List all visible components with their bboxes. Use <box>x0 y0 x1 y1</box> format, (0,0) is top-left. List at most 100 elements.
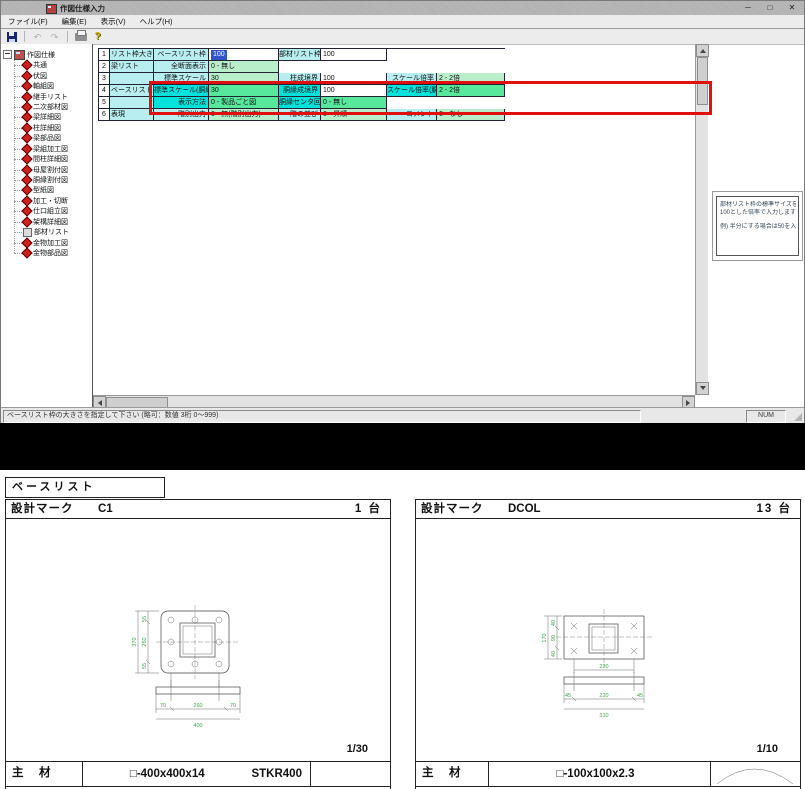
tree-item-label: 共通 <box>33 60 47 70</box>
field-value[interactable]: 0 - 無し <box>209 61 279 73</box>
tree-item-label: 間柱詳細図 <box>33 154 68 164</box>
tree-item-kanamono-buhin[interactable]: 金物部品図 <box>9 248 69 258</box>
tree-children: 共通 伏図 軸組図 継手リスト 二次部材図 梁詳細図 柱詳細図 梁部品図 梁組加… <box>9 60 69 258</box>
design-mark-value: DCOL <box>508 500 541 518</box>
material-size: □-400x400x14 <box>130 763 205 785</box>
drawing-panel-c1: 設計マーク C1 1 台 55 260 55 370 <box>5 499 391 789</box>
spec-tree-pane: 作図仕様 共通 伏図 軸組図 継手リスト 二次部材図 梁詳細図 柱詳細図 梁部品… <box>1 44 93 407</box>
field-label: ベースリスト枠 <box>154 49 209 61</box>
collapse-icon[interactable] <box>3 50 12 59</box>
tree-item-buzai-list[interactable]: 部材リスト <box>9 227 69 237</box>
dim-text: 220 <box>599 693 608 699</box>
panel-footer: 主 材 □-400x400x14 STKR400 <box>6 761 390 787</box>
tree-item-label: 加工・切断 <box>33 196 68 206</box>
tree-root[interactable]: 作図仕様 <box>3 49 69 60</box>
panel-header: 設計マーク C1 1 台 <box>6 500 390 519</box>
field-label: 全断面表示 <box>154 61 209 73</box>
tree-item-kako-setsudan[interactable]: 加工・切断 <box>9 196 69 206</box>
tree-item-kakou-shosai[interactable]: 架構詳細図 <box>9 217 69 227</box>
list-icon <box>23 228 32 237</box>
dim-text: 370 <box>132 637 138 646</box>
tree-item-label: 梁組加工図 <box>33 144 68 154</box>
tree-item-kyotsu[interactable]: 共通 <box>9 60 69 70</box>
scroll-down-button[interactable] <box>696 382 709 395</box>
diamond-icon <box>21 247 32 258</box>
resize-grip[interactable] <box>794 413 802 421</box>
tree-item-label: 部材リスト <box>34 227 69 237</box>
field-value-input[interactable]: 100 <box>209 49 279 61</box>
screenshot-stage: 作図仕様入力 ─ □ ✕ ファイル(F) 編集(E) 表示(V) ヘルプ(H) … <box>0 0 805 789</box>
tree-item-katagami[interactable]: 型紙図 <box>9 185 69 195</box>
tree-item-moya[interactable]: 母屋割付図 <box>9 164 69 174</box>
menu-file[interactable]: ファイル(F) <box>1 15 55 28</box>
menu-view[interactable]: 表示(V) <box>94 15 133 28</box>
selected-value[interactable]: 100 <box>211 50 227 60</box>
status-bar: ベースリスト枠の大きさを指定して下さい (略可：数値 3桁 0～999) NUM <box>1 407 804 423</box>
tree-item-mabashira[interactable]: 間柱詳細図 <box>9 154 69 164</box>
dim-text: 70 <box>230 703 236 709</box>
dim-text: 55 <box>142 663 148 669</box>
menu-edit[interactable]: 編集(E) <box>55 15 94 28</box>
tree-item-hari-buhin[interactable]: 梁部品図 <box>9 133 69 143</box>
redo-button[interactable]: ↷ <box>47 30 62 43</box>
close-button[interactable]: ✕ <box>784 2 800 13</box>
undo-icon: ↶ <box>34 32 42 42</box>
row-number: 4 <box>99 85 110 97</box>
diamond-icon <box>21 216 32 227</box>
num-lock-indicator: NUM <box>746 410 786 423</box>
save-button[interactable] <box>4 30 19 43</box>
tree-item-hari-shosai[interactable]: 梁詳細図 <box>9 112 69 122</box>
menu-help[interactable]: ヘルプ(H) <box>133 15 180 28</box>
undo-button[interactable]: ↶ <box>30 30 45 43</box>
spec-tree: 作図仕様 共通 伏図 軸組図 継手リスト 二次部材図 梁詳細図 柱詳細図 梁部品… <box>3 49 69 258</box>
tree-item-label: 母屋割付図 <box>33 165 68 175</box>
dim-text: 70 <box>160 703 166 709</box>
row-category <box>110 73 154 85</box>
print-button[interactable] <box>73 30 88 43</box>
minimize-button[interactable]: ─ <box>740 2 756 13</box>
panel-header: 設計マーク DCOL 13 台 <box>416 500 800 519</box>
diamond-icon <box>21 60 32 71</box>
dim-text: 220 <box>599 664 608 670</box>
title-bar[interactable]: 作図仕様入力 ─ □ ✕ <box>1 1 804 15</box>
scroll-up-button[interactable] <box>696 44 709 57</box>
tree-item-label: 仕口組立図 <box>33 206 68 216</box>
tree-item-label: 伏図 <box>33 71 47 81</box>
tree-item-label: 金物加工図 <box>33 238 68 248</box>
material-cell: □-400x400x14 STKR400 <box>83 762 311 786</box>
tree-item-hashira-shosai[interactable]: 柱詳細図 <box>9 123 69 133</box>
dim-text: 45 <box>565 693 571 699</box>
baseplate-drawing-c1: 55 260 55 370 70 260 70 400 <box>6 519 388 757</box>
tree-item-niji-buzai[interactable]: 二次部材図 <box>9 102 69 112</box>
print-icon <box>75 33 87 41</box>
tree-item-kanamono-kako[interactable]: 金物加工図 <box>9 237 69 247</box>
root-icon <box>14 50 25 60</box>
toolbar: ↶ ↷ ? <box>1 29 804 45</box>
tree-item-jikugumi[interactable]: 軸組図 <box>9 81 69 91</box>
row-number: 5 <box>99 97 110 109</box>
tree-item-label: 金物部品図 <box>33 248 68 258</box>
tree-root-label: 作図仕様 <box>27 50 55 60</box>
dim-text: 40 <box>551 620 557 626</box>
tree-item-tsugite[interactable]: 継手リスト <box>9 91 69 101</box>
maximize-button[interactable]: □ <box>762 2 778 13</box>
window-controls: ─ □ ✕ <box>740 2 800 13</box>
field-value-input[interactable]: 100 <box>321 49 387 61</box>
tree-item-fusezu[interactable]: 伏図 <box>9 70 69 80</box>
note-line: 100とした倍率で入力します <box>720 209 796 217</box>
highlight-rectangle <box>149 81 712 115</box>
diamond-icon <box>21 206 32 217</box>
row-category <box>110 97 154 109</box>
tree-item-harigumi-kako[interactable]: 梁組加工図 <box>9 144 69 154</box>
diamond-icon <box>21 80 32 91</box>
footer-empty-cell <box>311 762 390 786</box>
help-button[interactable]: ? <box>90 30 105 43</box>
arrow-down-icon <box>700 386 706 393</box>
row-category: 梁リスト <box>110 61 154 73</box>
tree-item-shiguchi[interactable]: 仕口組立図 <box>9 206 69 216</box>
tree-item-dobuchi[interactable]: 胴縁割付図 <box>9 175 69 185</box>
tree-item-label: 型紙図 <box>33 185 54 195</box>
help-icon: ? <box>94 32 100 42</box>
tree-item-label: 柱詳細図 <box>33 123 61 133</box>
arrow-left-icon <box>95 400 102 406</box>
